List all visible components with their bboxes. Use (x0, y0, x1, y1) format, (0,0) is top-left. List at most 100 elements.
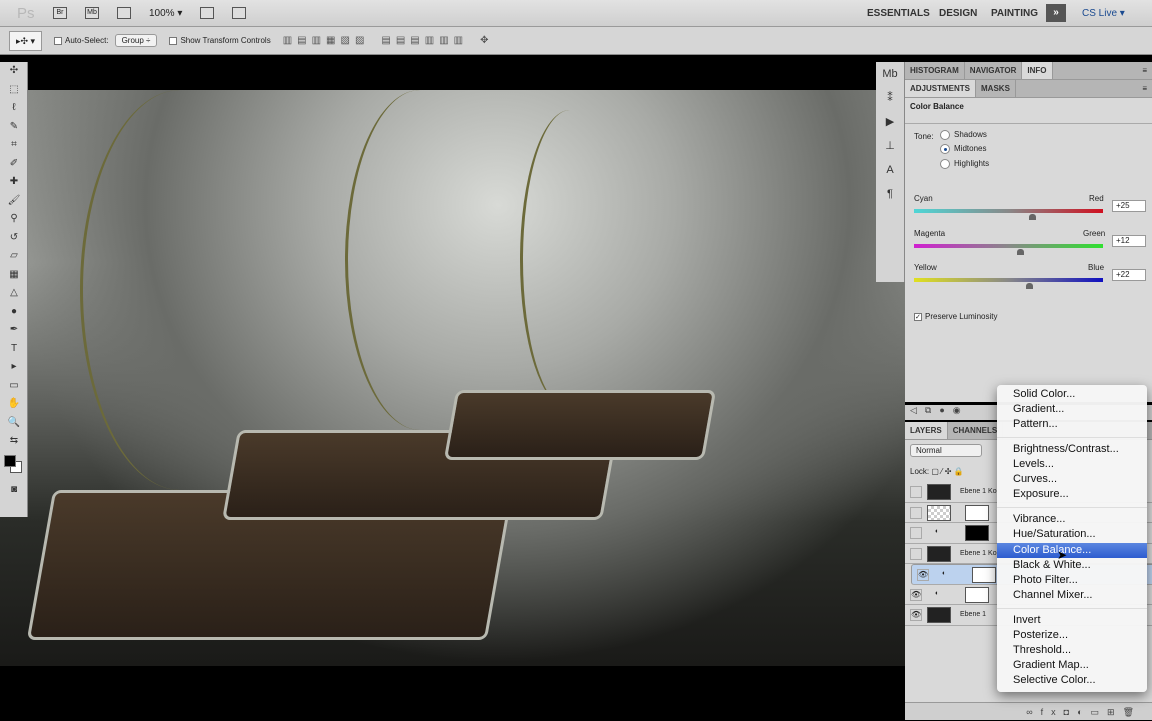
tab-channels[interactable]: CHANNELS (948, 422, 1004, 439)
clone-source-icon[interactable]: ⊥ (876, 134, 904, 158)
panel-menu-icon[interactable]: ≡ (1142, 80, 1152, 97)
workspace-painting[interactable]: PAINTING (991, 0, 1038, 27)
menu-item-posterize[interactable]: Posterize... (997, 628, 1147, 643)
yellow-blue-slider[interactable] (914, 278, 1103, 289)
brush-tool-icon[interactable]: 🖌 (0, 192, 28, 211)
green-label: Green (1083, 229, 1106, 238)
tab-masks[interactable]: MASKS (976, 80, 1016, 97)
tab-adjustments[interactable]: ADJUSTMENTS (905, 80, 977, 97)
preserve-luminosity-checkbox[interactable]: ✓ Preserve Luminosity (914, 312, 997, 321)
quick-select-tool-icon[interactable]: ✎ (0, 118, 28, 137)
cs-live-menu[interactable]: CS Live ▾ (1082, 0, 1125, 27)
menu-item-vibrance[interactable]: Vibrance... (997, 512, 1147, 527)
workspace-essentials[interactable]: ESSENTIALS (867, 0, 930, 27)
view-extras-icon[interactable] (117, 7, 131, 19)
tab-navigator[interactable]: NAVIGATOR (965, 62, 1023, 79)
menu-item-hue-saturation[interactable]: Hue/Saturation... (997, 527, 1147, 542)
tone-highlights[interactable]: Highlights (940, 159, 989, 169)
auto-select-dropdown[interactable]: Group ÷ (114, 34, 158, 47)
menu-item-curves[interactable]: Curves... (997, 472, 1147, 487)
move-tool-icon[interactable]: ✣ (0, 62, 28, 81)
cyan-red-value[interactable]: +25 (1112, 200, 1146, 212)
eraser-tool-icon[interactable]: ▱ (0, 247, 28, 266)
healing-brush-icon[interactable]: ✚ (0, 173, 28, 192)
screen-mode-icon[interactable] (232, 7, 247, 19)
type-tool-icon[interactable]: T (0, 340, 28, 359)
auto-align-icon[interactable]: ✥ (480, 35, 493, 46)
swap-colors-icon[interactable]: ⇆ (0, 432, 28, 451)
tab-layers[interactable]: LAYERS (905, 422, 948, 439)
mini-bridge-icon[interactable]: Mb (876, 62, 904, 86)
layers-footer-icons[interactable]: ∞fx◘◐▭⊞🗑 (905, 702, 1152, 720)
slider-thumb[interactable] (1029, 214, 1036, 220)
show-transform-label: Show Transform Controls (180, 36, 271, 45)
menu-item-photo-filter[interactable]: Photo Filter... (997, 573, 1147, 588)
slider-thumb[interactable] (1026, 283, 1033, 289)
character-icon[interactable]: A (876, 158, 904, 182)
eyedropper-tool-icon[interactable]: ✐ (0, 155, 28, 174)
bridge-button[interactable]: Br (53, 7, 67, 19)
magenta-green-value[interactable]: +12 (1112, 235, 1146, 247)
pen-tool-icon[interactable]: ✒ (0, 321, 28, 340)
document-image[interactable] (0, 90, 905, 666)
menu-item-color-balance[interactable]: Color Balance... (997, 543, 1147, 558)
tone-shadows[interactable]: Shadows (940, 130, 987, 140)
magenta-green-slider[interactable] (914, 244, 1103, 255)
gradient-tool-icon[interactable]: ▦ (0, 266, 28, 285)
stamp-tool-icon[interactable]: ⚲ (0, 210, 28, 229)
menu-item-gradient[interactable]: Gradient... (997, 402, 1147, 417)
crop-tool-icon[interactable]: ⌗ (0, 136, 28, 155)
blend-mode-dropdown[interactable]: Normal (910, 444, 982, 457)
cable (345, 90, 495, 430)
menu-item-pattern[interactable]: Pattern... (997, 417, 1147, 432)
menu-item-threshold[interactable]: Threshold... (997, 643, 1147, 658)
actions-icon[interactable]: ▶ (876, 110, 904, 134)
menu-item-selective-color[interactable]: Selective Color... (997, 673, 1147, 688)
auto-select-checkbox[interactable] (54, 36, 62, 45)
tray (443, 390, 717, 460)
show-transform-checkbox[interactable] (169, 36, 178, 45)
menu-item-brightness-contrast[interactable]: Brightness/Contrast... (997, 442, 1147, 457)
adjustment-layer-menu: Solid Color... Gradient... Pattern... Br… (997, 385, 1147, 692)
lock-label: Lock: ▢ ⁄ ✣ 🔒 (910, 467, 964, 476)
arrange-documents-icon[interactable] (200, 7, 215, 19)
dodge-tool-icon[interactable]: ● (0, 303, 28, 322)
adjustments-panel: HISTOGRAM NAVIGATOR INFO ≡ ADJUSTMENTS M… (905, 62, 1152, 420)
align-buttons-icon[interactable]: ▥▤▥▦▧▨ (283, 35, 370, 46)
tab-info[interactable]: INFO (1022, 62, 1053, 79)
marquee-tool-icon[interactable]: ⬚ (0, 81, 28, 100)
menu-item-gradient-map[interactable]: Gradient Map... (997, 658, 1147, 673)
panel-menu-icon[interactable]: ≡ (1142, 62, 1152, 79)
paragraph-icon[interactable]: ¶ (876, 182, 904, 206)
menu-item-black-white[interactable]: Black & White... (997, 558, 1147, 573)
menu-item-invert[interactable]: Invert (997, 613, 1147, 628)
tab-histogram[interactable]: HISTOGRAM (905, 62, 965, 79)
menu-item-channel-mixer[interactable]: Channel Mixer... (997, 588, 1147, 603)
menu-item-solid-color[interactable]: Solid Color... (997, 387, 1147, 402)
more-workspaces-button[interactable]: » (1046, 4, 1066, 22)
tone-midtones[interactable]: Midtones (940, 144, 986, 154)
photoshop-logo: Ps (17, 4, 35, 22)
history-brush-icon[interactable]: ↺ (0, 229, 28, 248)
quick-mask-icon[interactable]: ◙ (0, 481, 28, 500)
menu-item-levels[interactable]: Levels... (997, 457, 1147, 472)
mini-bridge-button[interactable]: Mb (85, 7, 99, 19)
history-icon[interactable]: ⁑ (876, 86, 904, 110)
zoom-tool-icon[interactable]: 🔍 (0, 414, 28, 433)
visibility-eye-icon: 👁 (917, 569, 929, 581)
slider-thumb[interactable] (1017, 249, 1024, 255)
tone-label: Tone: (914, 132, 934, 141)
hand-tool-icon[interactable]: ✋ (0, 395, 28, 414)
menu-item-exposure[interactable]: Exposure... (997, 487, 1147, 502)
lasso-tool-icon[interactable]: ℓ (0, 99, 28, 118)
blur-tool-icon[interactable]: △ (0, 284, 28, 303)
workspace-design[interactable]: DESIGN (939, 0, 977, 27)
path-select-icon[interactable]: ▸ (0, 358, 28, 377)
zoom-level-dropdown[interactable]: 100% ▾ (149, 8, 182, 19)
tool-preset-picker[interactable]: ▸✣ ▾ (9, 30, 42, 51)
color-swatches[interactable] (0, 451, 27, 481)
distribute-buttons-icon[interactable]: ▤▤▤▥▥▥ (381, 35, 468, 46)
shape-tool-icon[interactable]: ▭ (0, 377, 28, 396)
cyan-red-slider[interactable] (914, 209, 1103, 220)
yellow-blue-value[interactable]: +22 (1112, 269, 1146, 281)
